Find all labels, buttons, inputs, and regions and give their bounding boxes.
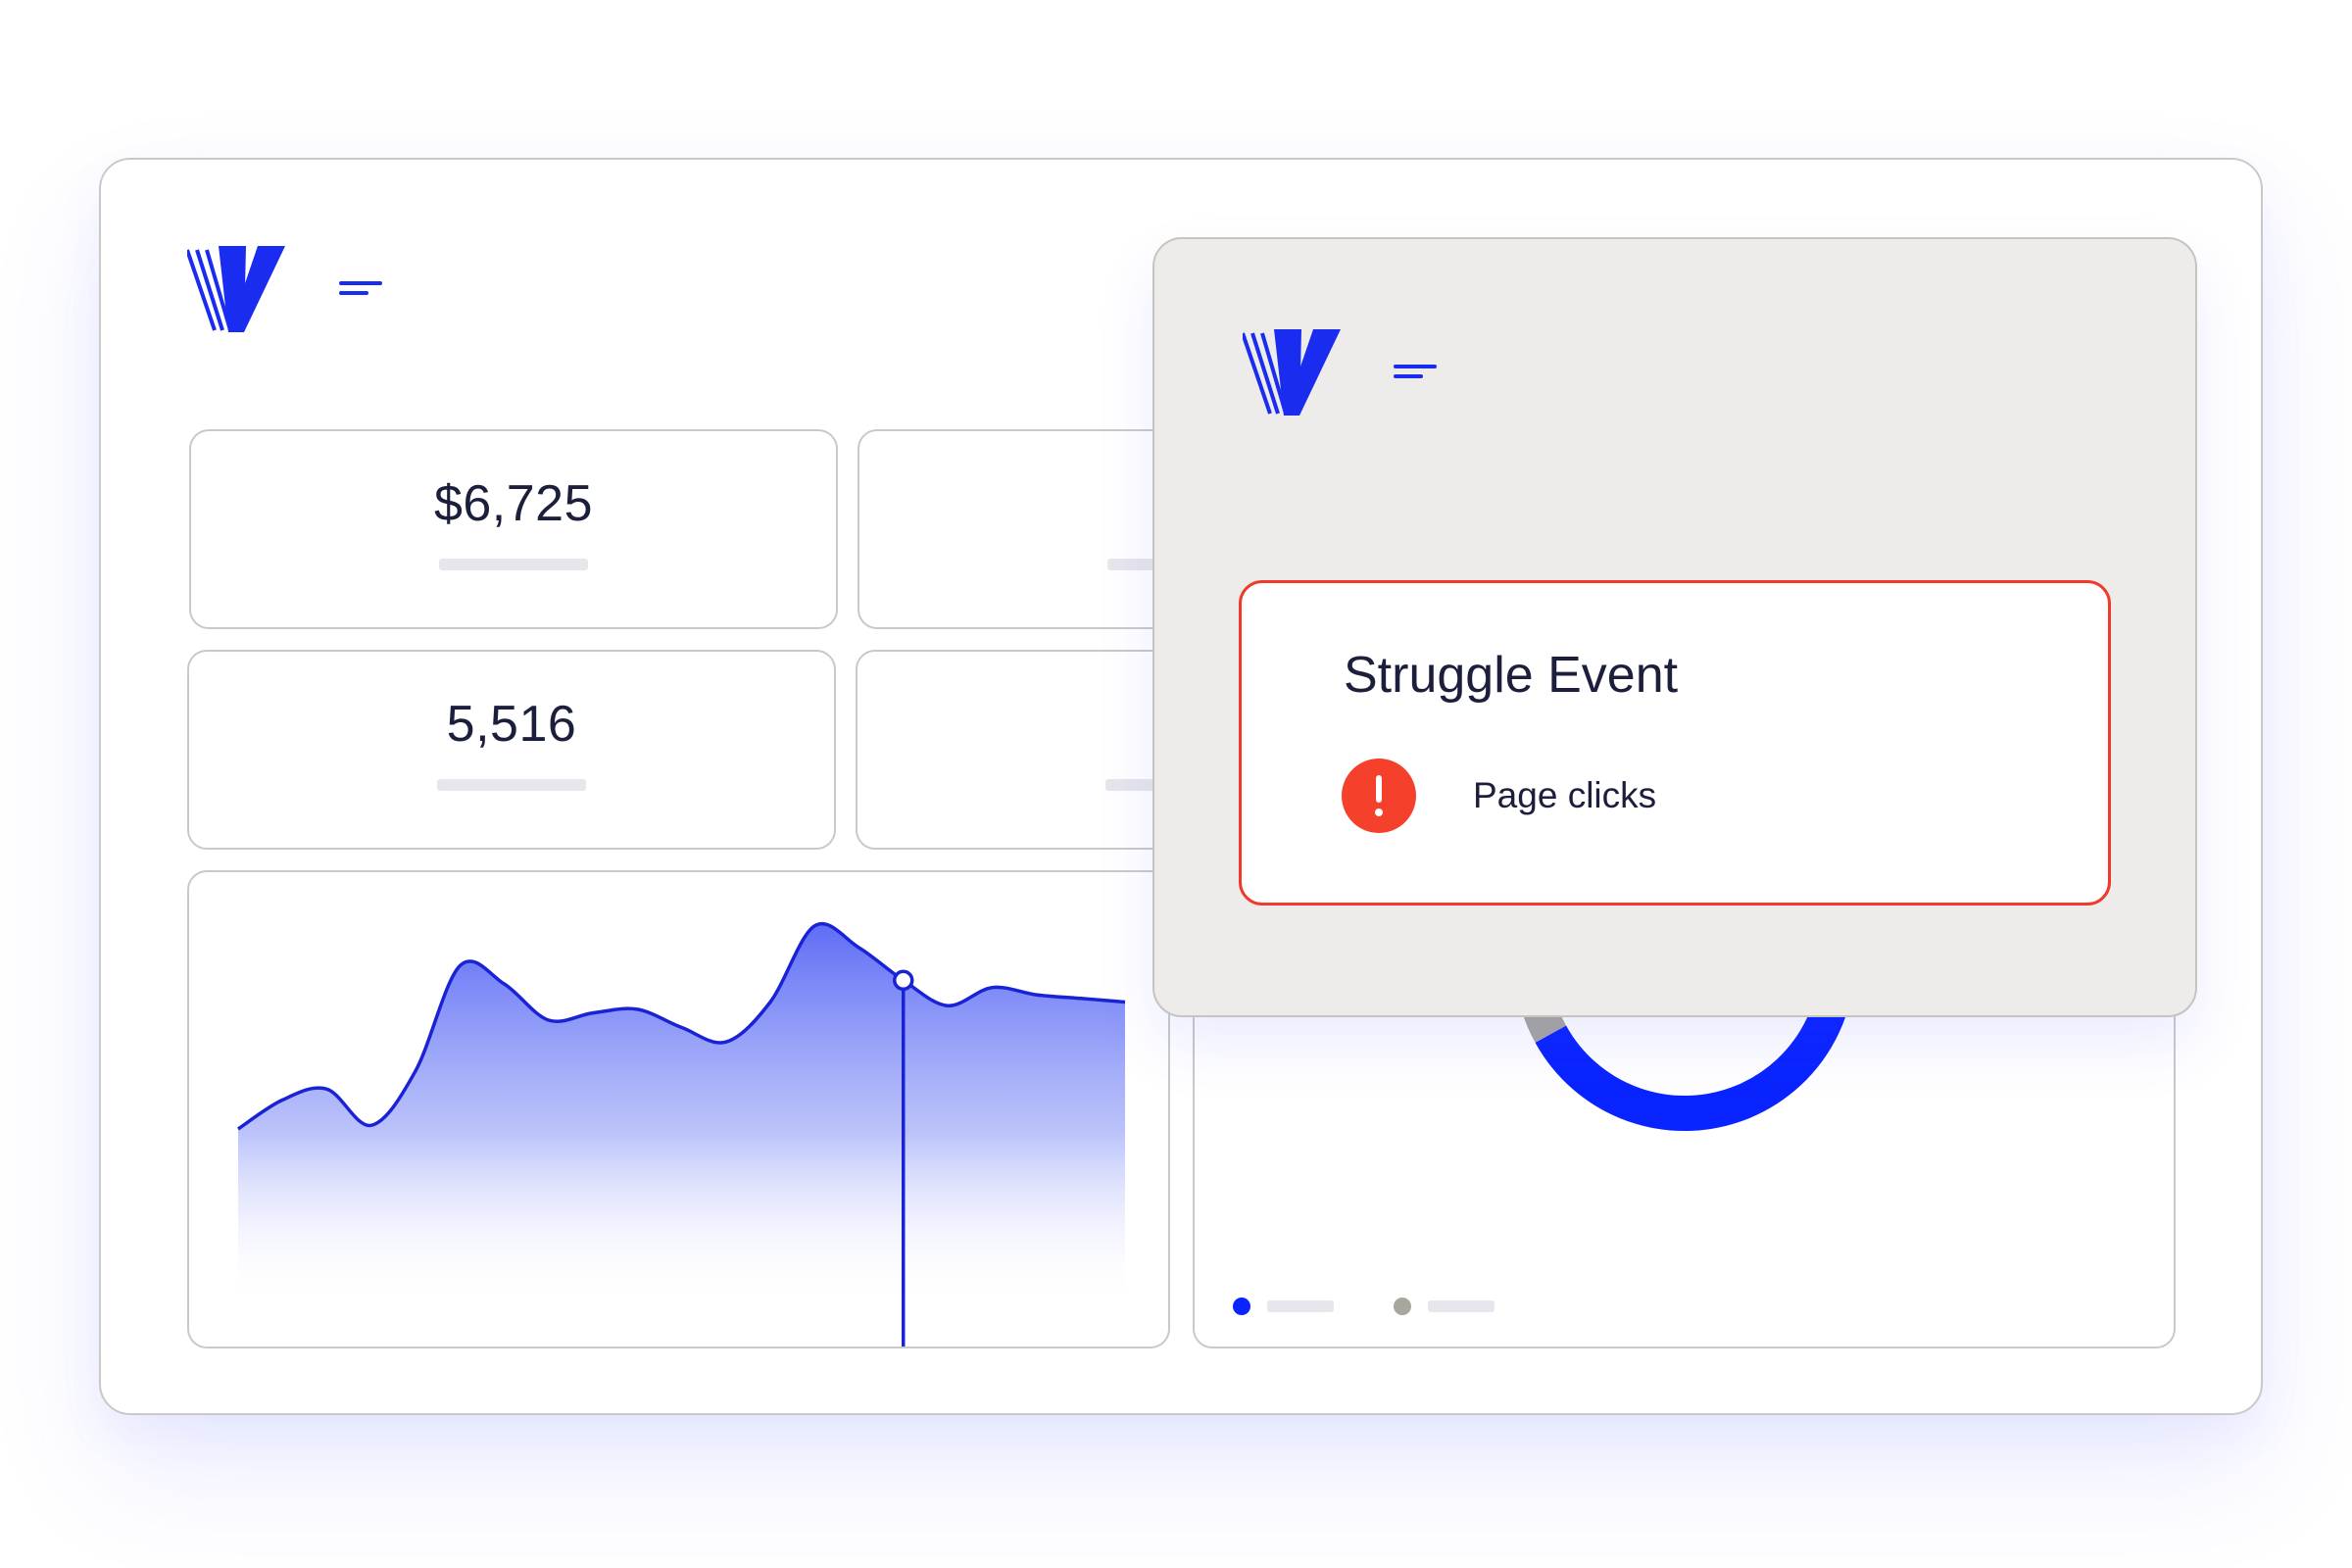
- chart-point: [325, 1087, 329, 1091]
- chart-point: [990, 986, 994, 990]
- stage: $6,725 $ 5,516 5,: [0, 0, 2352, 1568]
- legend-label-primary: [1267, 1300, 1334, 1312]
- chart-point: [503, 982, 507, 986]
- legend-label-secondary: [1428, 1300, 1494, 1312]
- event-item-label: Page clicks: [1473, 775, 1657, 815]
- stat-placeholder-bar: [439, 559, 588, 570]
- stat-value: $6,725: [433, 475, 594, 532]
- hamburger-menu-icon[interactable]: [1394, 365, 1437, 378]
- chart-hover-marker[interactable]: [893, 969, 914, 992]
- legend-dot-secondary: [1394, 1298, 1411, 1315]
- struggle-event-panel: Struggle Event Page clicks: [1152, 237, 2197, 1017]
- stat-value: 5,516: [446, 696, 577, 753]
- chart-point: [1123, 1001, 1127, 1004]
- chart-point: [369, 1123, 373, 1127]
- legend-dot-primary: [1233, 1298, 1250, 1315]
- area-chart-card[interactable]: [187, 870, 1170, 1348]
- brand-v-logo-icon: [1243, 329, 1341, 416]
- chart-point: [591, 1011, 595, 1015]
- brand-v-logo-icon: [187, 246, 285, 332]
- stat-card-revenue[interactable]: $6,725: [189, 429, 838, 629]
- event-title: Struggle Event: [1344, 647, 1679, 704]
- exclamation-icon: [1342, 759, 1416, 833]
- brand-logo[interactable]: [1243, 329, 1341, 416]
- stat-placeholder-bar: [437, 779, 586, 791]
- hamburger-menu-icon[interactable]: [339, 281, 382, 295]
- chart-point: [236, 1127, 240, 1131]
- chart-point: [280, 1098, 284, 1102]
- stat-card-count[interactable]: 5,516: [187, 650, 836, 850]
- chart-point: [680, 1025, 684, 1029]
- brand-logo[interactable]: [187, 246, 285, 332]
- chart-point: [1079, 997, 1083, 1001]
- chart-area-fill: [238, 923, 1125, 1303]
- chart-point: [414, 1069, 417, 1073]
- chart-point: [458, 964, 462, 968]
- struggle-event-card[interactable]: Struggle Event Page clicks: [1239, 580, 2111, 906]
- area-chart: [236, 921, 1127, 1347]
- chart-point: [946, 1004, 950, 1007]
- chart-point: [1035, 993, 1039, 997]
- chart-point: [858, 946, 861, 950]
- chart-point: [812, 924, 816, 928]
- chart-point: [635, 1007, 639, 1011]
- chart-point: [768, 1001, 772, 1004]
- chart-point: [724, 1040, 728, 1044]
- chart-point: [547, 1018, 551, 1022]
